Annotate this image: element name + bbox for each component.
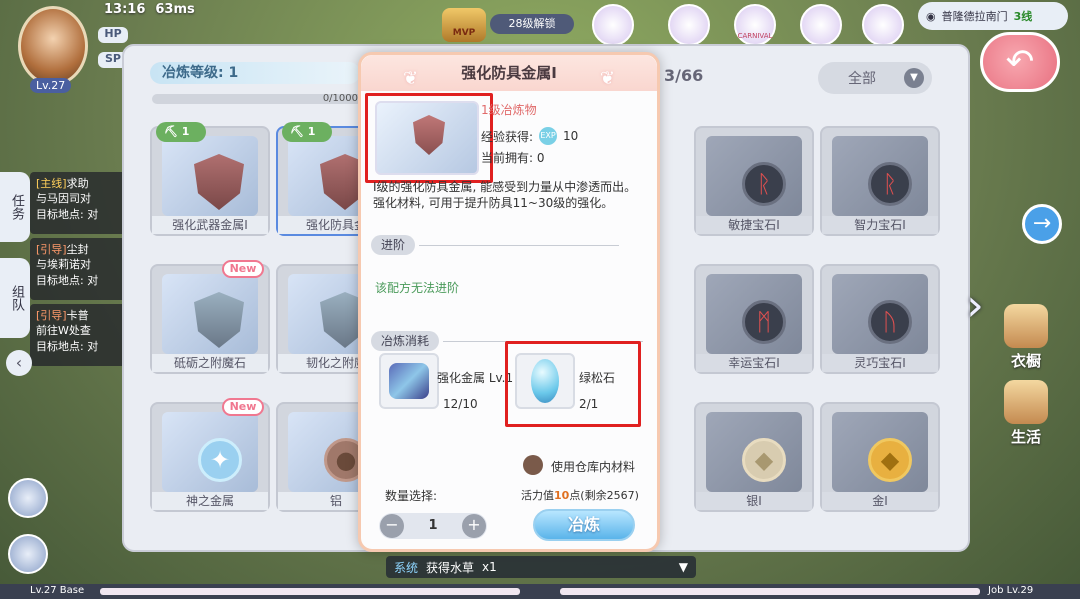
- recipe-card[interactable]: New 砥砺之附魔石: [150, 260, 270, 374]
- gold-ore-icon: ◆: [868, 438, 912, 482]
- rune-icon: ᛗ: [742, 300, 786, 344]
- minus-button[interactable]: −: [380, 514, 404, 538]
- quantity-value: 1: [428, 518, 438, 533]
- recipe-card[interactable]: ᚱ 智力宝石Ⅰ: [820, 126, 940, 236]
- pickaxe-badge: ⛏ 1: [282, 122, 332, 142]
- quest-item[interactable]: [主线]求助 与马因司对 目标地点: 对: [30, 172, 126, 234]
- no-advance-text: 该配方无法进阶: [375, 281, 460, 295]
- recipe-card[interactable]: ᚢ 灵巧宝石Ⅰ: [820, 264, 940, 374]
- back-button[interactable]: ↶: [980, 32, 1060, 92]
- clock: 13:16: [104, 1, 146, 17]
- chat-tag: 系统: [394, 560, 419, 575]
- highlight-box: [505, 341, 641, 427]
- map-name: 普隆德拉南门: [941, 10, 1008, 23]
- mvp-icon[interactable]: MVP: [442, 8, 486, 42]
- item-type: 1级冶炼物: [481, 103, 537, 117]
- base-level: Lv.27 Base: [30, 585, 85, 596]
- right-arrow-icon[interactable]: →: [1022, 204, 1062, 244]
- filter-label: 全部: [848, 71, 876, 87]
- wing-icon: ❦: [599, 68, 615, 89]
- collapse-arrow-icon[interactable]: ‹: [6, 350, 32, 376]
- highlight-box: [365, 93, 493, 183]
- poring-icon[interactable]: [862, 4, 904, 46]
- silver-ore-icon: ◆: [742, 438, 786, 482]
- recipe-card[interactable]: ◆ 金Ⅰ: [820, 402, 940, 512]
- quantity-stepper[interactable]: − 1 +: [379, 513, 487, 539]
- map-line: 3线: [1013, 10, 1033, 23]
- unlock-badge: 28级解锁: [490, 14, 574, 34]
- ping: 63ms: [155, 1, 195, 17]
- chevron-down-icon: ▼: [904, 68, 924, 88]
- character-button[interactable]: [8, 478, 48, 518]
- own-row: 当前拥有: 0: [481, 151, 545, 165]
- recipe-card[interactable]: ◆ 银Ⅰ: [694, 402, 814, 512]
- wing-icon: ❦: [403, 68, 419, 89]
- location-icon: ◉: [926, 9, 936, 23]
- filter-dropdown[interactable]: 全部 ▼: [818, 62, 932, 94]
- storage-label: 使用仓库内材料: [551, 460, 636, 474]
- avatar[interactable]: [18, 6, 88, 86]
- recipe-count: 3/66: [664, 66, 704, 85]
- life-icon: [1004, 380, 1048, 424]
- refine-dialog: ❦ 强化防具金属Ⅰ ❦ 1级冶炼物 经验获得: EXP 10 当前拥有: 0 Ⅰ…: [358, 52, 660, 552]
- chat-bar[interactable]: 系统 获得水草 x1 ▼: [386, 556, 696, 578]
- rune-icon: ᚱ: [868, 162, 912, 206]
- dialog-title: ❦ 强化防具金属Ⅰ ❦: [361, 55, 657, 91]
- mission-tab[interactable]: 任务: [0, 172, 30, 242]
- exp-icon: EXP: [539, 127, 558, 145]
- rune-icon: ᚱ: [742, 162, 786, 206]
- next-page-icon[interactable]: ›: [958, 266, 992, 346]
- hp-label: HP: [98, 27, 128, 43]
- back-arrow-icon: ↶: [1005, 42, 1035, 82]
- recipe-card[interactable]: ᛗ 幸运宝石Ⅰ: [694, 264, 814, 374]
- scale-icon[interactable]: [592, 4, 634, 46]
- material-name: 强化金属 Lv.1: [437, 371, 514, 385]
- exp-row: 经验获得: EXP 10: [481, 127, 579, 145]
- wardrobe-button[interactable]: 衣橱: [996, 304, 1056, 371]
- plus-button[interactable]: +: [462, 514, 486, 538]
- refine-button[interactable]: 冶炼: [533, 509, 635, 541]
- status-bar: 13:16 63ms: [104, 0, 195, 18]
- storage-checkbox[interactable]: [523, 455, 543, 475]
- crystal-icon: ✦: [198, 438, 242, 482]
- team-tab[interactable]: 组队: [0, 258, 30, 338]
- recipe-card[interactable]: ⛏ 1 强化武器金属Ⅰ: [150, 122, 270, 236]
- quest-item[interactable]: [引导]尘封 与埃莉诺对 目标地点: 对: [30, 238, 126, 300]
- refine-progress: 0/1000: [152, 94, 362, 104]
- quest-item[interactable]: [引导]卡普 前往W处查 目标地点: 对: [30, 304, 126, 366]
- refine-level: 冶炼等级: 1: [150, 62, 360, 84]
- item-description: Ⅰ级的强化防具金属, 能感受到力量从中渗透而出。 强化材料, 可用于提升防具11…: [373, 180, 637, 210]
- new-badge: New: [222, 398, 264, 416]
- rune-icon: ᚢ: [868, 300, 912, 344]
- map-location[interactable]: ◉ 普隆德拉南门 3线: [918, 2, 1068, 30]
- recipe-card[interactable]: ᚱ 敏捷宝石Ⅰ: [694, 126, 814, 236]
- quantity-label: 数量选择:: [385, 489, 438, 503]
- exp-bar: [0, 584, 1080, 599]
- new-badge: New: [222, 260, 264, 278]
- stamina-text: 活力值10点(剩余2567): [521, 489, 639, 502]
- skill-button[interactable]: [8, 534, 48, 574]
- chat-text: 获得水草: [426, 560, 475, 575]
- divider: [419, 245, 619, 246]
- pet-icon[interactable]: [668, 4, 710, 46]
- chat-count: x1: [482, 560, 497, 574]
- recipe-card[interactable]: ✦ New 神之金属: [150, 398, 270, 512]
- life-button[interactable]: 生活: [996, 380, 1056, 447]
- feather-icon[interactable]: [800, 4, 842, 46]
- material-metal[interactable]: [379, 353, 439, 409]
- material-count: 12/10: [443, 397, 478, 411]
- player-level: Lv.27: [30, 78, 72, 93]
- pickaxe-badge: ⛏ 1: [156, 122, 206, 142]
- job-level: Job Lv.29: [988, 585, 1034, 596]
- wardrobe-icon: [1004, 304, 1048, 348]
- carnival-icon[interactable]: CARNIVAL: [734, 4, 776, 46]
- chevron-down-icon: ▼: [678, 560, 688, 574]
- advance-section: 进阶: [371, 235, 416, 255]
- cost-section: 冶炼消耗: [371, 331, 440, 351]
